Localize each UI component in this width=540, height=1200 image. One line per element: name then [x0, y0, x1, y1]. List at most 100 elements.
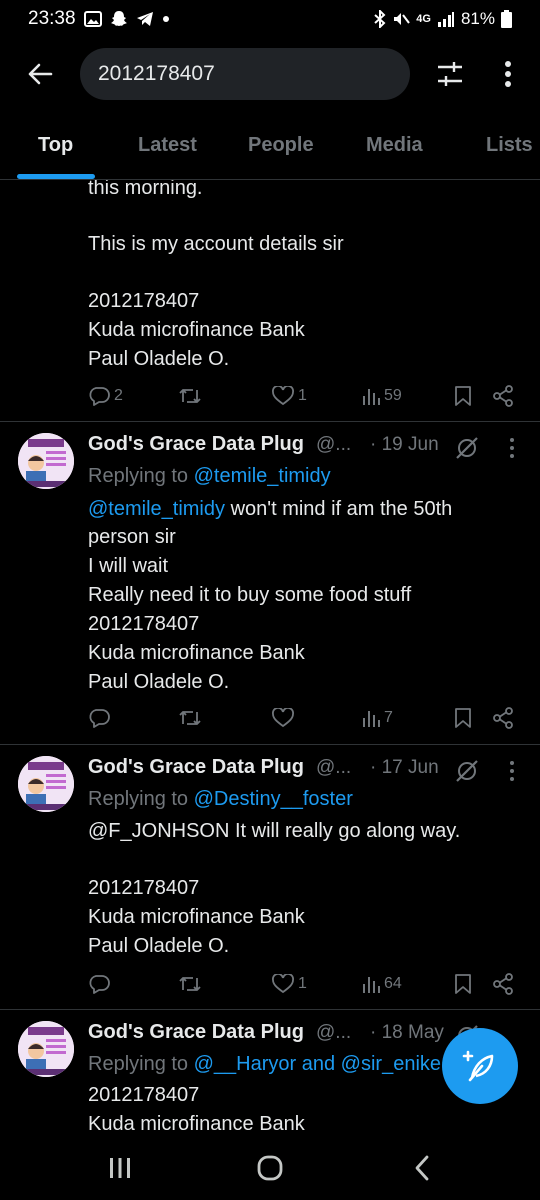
reply-icon	[89, 709, 110, 728]
tweet-header: God's Grace Data Plug @... · 17 Jun	[88, 756, 528, 786]
retweet-button[interactable]	[178, 968, 202, 1000]
replying-to: Replying to @temile_timidy	[88, 462, 331, 490]
views-icon	[363, 389, 380, 405]
like-button[interactable]: 1	[272, 380, 307, 412]
reply-button[interactable]	[88, 968, 110, 1000]
views-count: 64	[384, 975, 402, 992]
replying-to: Replying to @Destiny__foster	[88, 785, 353, 813]
replying-to-mention[interactable]: @temile_timidy	[194, 465, 331, 487]
like-button[interactable]: 1	[272, 968, 307, 1000]
tab-media[interactable]: Media	[366, 134, 423, 157]
back-button[interactable]	[20, 54, 60, 94]
share-icon	[493, 707, 513, 729]
like-count: 1	[298, 387, 307, 404]
battery-icon	[501, 10, 512, 28]
reply-button[interactable]: 2	[88, 380, 123, 412]
tab-lists[interactable]: Lists	[486, 134, 533, 157]
bookmark-button[interactable]	[454, 380, 472, 412]
body-text: won't mind if am the 50th	[225, 498, 453, 520]
views-button[interactable]: 7	[362, 702, 393, 734]
tweet-divider	[0, 421, 540, 422]
bookmark-icon	[455, 386, 471, 406]
tab-top[interactable]: Top	[38, 134, 73, 157]
views-button[interactable]: 64	[362, 968, 402, 1000]
views-button[interactable]: 59	[362, 380, 402, 412]
bookmark-button[interactable]	[454, 702, 472, 734]
tweet-more-icon[interactable]	[504, 758, 520, 784]
share-button[interactable]	[492, 702, 514, 734]
back-nav-button[interactable]	[402, 1151, 442, 1185]
status-time: 23:38	[28, 8, 76, 29]
more-vertical-icon	[505, 61, 511, 87]
views-count: 59	[384, 387, 402, 404]
tweet-text-line: I will wait	[88, 555, 169, 577]
replying-to-mention[interactable]: @Destiny__foster	[194, 788, 353, 810]
tab-latest[interactable]: Latest	[138, 134, 197, 157]
status-bar: 23:38 4G 81%	[0, 0, 540, 38]
tweet-text-line: 2012178407	[88, 290, 200, 312]
tweet-text-line: person sir	[88, 526, 176, 548]
share-button[interactable]	[492, 380, 514, 412]
bookmark-icon	[455, 708, 471, 728]
tweet-more-icon[interactable]	[504, 435, 520, 461]
mute-icon	[394, 13, 411, 25]
tweet-date[interactable]: · 18 May	[370, 1022, 444, 1044]
views-icon	[363, 711, 380, 727]
body-mention[interactable]: @temile_timidy	[88, 498, 225, 520]
more-options-button[interactable]	[492, 54, 524, 94]
avatar-image	[18, 433, 74, 489]
retweet-icon	[179, 389, 201, 403]
network-type: 4G	[416, 13, 431, 25]
tweet-text-line: 2012178407	[88, 1084, 200, 1106]
gallery-icon	[83, 11, 102, 27]
tweet-date[interactable]: · 17 Jun	[370, 757, 439, 779]
like-button[interactable]	[272, 702, 294, 734]
display-name[interactable]: God's Grace Data Plug	[88, 1021, 304, 1044]
avatar[interactable]	[18, 756, 74, 812]
active-tab-indicator	[17, 174, 95, 179]
retweet-button[interactable]	[178, 380, 202, 412]
tweet-text-line: @temile_timidy won't mind if am the 50th	[88, 495, 452, 523]
recent-apps-icon	[110, 1158, 130, 1178]
handle[interactable]: @...	[316, 1022, 351, 1044]
handle[interactable]: @...	[316, 757, 351, 779]
grok-icon[interactable]	[454, 758, 480, 784]
avatar-image	[18, 756, 74, 812]
status-left: 23:38	[28, 8, 170, 30]
display-name[interactable]: God's Grace Data Plug	[88, 433, 304, 456]
compose-button[interactable]	[442, 1028, 518, 1104]
share-icon	[493, 973, 513, 995]
back-arrow-icon	[28, 63, 53, 85]
snapchat-icon	[110, 11, 127, 26]
retweet-button[interactable]	[178, 702, 202, 734]
like-icon	[272, 386, 294, 406]
telegram-icon	[136, 12, 153, 26]
tweet-text-line: Kuda microfinance Bank	[88, 642, 305, 664]
notification-dot-icon	[162, 16, 169, 22]
search-input[interactable]: 2012178407	[80, 48, 410, 100]
search-results-feed: this morning. This is my account details…	[0, 180, 540, 1135]
tweet-text-line: 2012178407	[88, 877, 200, 899]
tweet-text-line: This is my account details sir	[88, 233, 344, 255]
home-button[interactable]	[250, 1151, 290, 1185]
tweet-date[interactable]: · 19 Jun	[370, 434, 439, 456]
recent-apps-button[interactable]	[100, 1151, 140, 1185]
display-name[interactable]: God's Grace Data Plug	[88, 756, 304, 779]
grok-icon[interactable]	[454, 435, 480, 461]
share-button[interactable]	[492, 968, 514, 1000]
tweet-text-line: Paul Oladele O.	[88, 348, 230, 370]
bluetooth-icon	[374, 10, 386, 28]
tweet-text-line: Really need it to buy some food stuff	[88, 584, 412, 606]
handle[interactable]: @...	[316, 434, 351, 456]
tab-people[interactable]: People	[248, 134, 314, 157]
avatar[interactable]	[18, 433, 74, 489]
avatar[interactable]	[18, 1021, 74, 1077]
tweet-text-line: @F_JONHSON It will really go along way.	[88, 820, 461, 842]
home-icon	[257, 1155, 283, 1181]
replying-to-mention[interactable]: @__Haryor and @sir_enike	[194, 1053, 441, 1075]
bookmark-button[interactable]	[454, 968, 472, 1000]
search-filter-button[interactable]	[430, 54, 470, 94]
replying-to: Replying to @__Haryor and @sir_enike	[88, 1050, 441, 1078]
reply-button[interactable]	[88, 702, 110, 734]
like-icon	[272, 974, 294, 994]
